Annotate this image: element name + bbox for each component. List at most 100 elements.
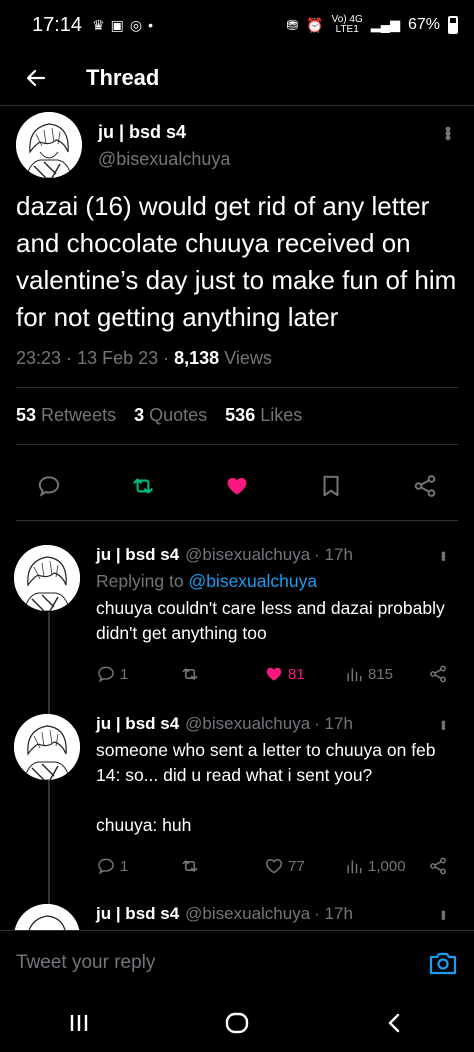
reply-text: someone who sent a letter to chuuya on f… [96, 740, 436, 785]
reply-header: ju | bsd s4 @bisexualchuya · 17h [96, 714, 458, 734]
reply-tweet[interactable]: ••• ju | bsd s4 @bisexualchuya · 17h som… [0, 714, 474, 876]
user-handle[interactable]: @bisexualchuya [185, 904, 310, 924]
more-options-icon[interactable]: ••• [436, 910, 452, 919]
reply-body: ju | bsd s4 @bisexualchuya · 17h Replyin… [96, 545, 458, 684]
quotes-stat[interactable]: 3 Quotes [134, 405, 207, 426]
views-count: 1,000 [368, 857, 406, 875]
comment-icon [98, 858, 114, 875]
back-button[interactable] [16, 58, 56, 98]
reply-text-line2: chuuya: huh [96, 815, 192, 835]
reply-like-button[interactable]: 77 [264, 856, 344, 876]
reply-age: · 17h [314, 545, 353, 564]
like-count: 77 [288, 857, 305, 875]
home-icon[interactable] [224, 1010, 250, 1036]
signal-icon: ▂▄▆ [370, 17, 400, 32]
retweet-icon[interactable] [130, 473, 156, 499]
reply-like-button[interactable]: 81 [264, 664, 344, 684]
main-tweet: ju | bsd s4 @bisexualchuya ••• dazai (16… [0, 106, 474, 521]
reply-text: chuuya couldn't care less and dazai prob… [96, 598, 445, 643]
status-notification-icons: ♛ ▣ ◎ • [92, 17, 153, 34]
retweet-icon [182, 668, 198, 680]
reply-actions: 1 81 815 [96, 664, 458, 684]
user-handle[interactable]: @bisexualchuya [185, 714, 310, 734]
reply-header: ju | bsd s4 @bisexualchuya · 17h [96, 545, 458, 565]
replying-to: Replying to @bisexualchuya [96, 571, 318, 591]
replying-to-handle[interactable]: @bisexualchuya [188, 571, 317, 591]
reply-share-button[interactable] [428, 856, 448, 876]
alarm-icon: ⏰ [306, 16, 324, 33]
reply-count: 1 [120, 857, 129, 875]
user-handle[interactable]: @bisexualchuya [185, 545, 310, 565]
views-bar-icon [347, 668, 362, 682]
views-count: 815 [368, 665, 394, 683]
user-handle[interactable]: @bisexualchuya [98, 149, 230, 170]
reply-input[interactable]: Tweet your reply [16, 952, 155, 974]
more-options-icon[interactable]: ••• [437, 126, 458, 139]
reply-body: ju | bsd s4 @bisexualchuya · 17h someone… [96, 714, 458, 876]
battery-percent: 67% [407, 16, 440, 33]
reply-comment-button[interactable]: 1 [96, 664, 180, 684]
engagement-stats: 53 Retweets 3 Quotes 536 Likes [16, 388, 458, 445]
reply-header: ju | bsd s4 @bisexualchuya · 17h [96, 904, 458, 924]
reply-tweet[interactable]: ••• ju | bsd s4 @bisexualchuya · 17h Rep… [0, 545, 474, 684]
data-saver-icon: ⛃ [286, 16, 299, 33]
views-count: 8,138 [174, 348, 220, 368]
more-options-icon[interactable]: ••• [436, 551, 452, 560]
reply-composer[interactable]: Tweet your reply [0, 930, 474, 994]
tweet-text: dazai (16) would get rid of any letter a… [16, 191, 457, 332]
status-time: 17:14 [32, 13, 83, 36]
page-title: Thread [86, 64, 160, 90]
heart-icon [265, 858, 283, 874]
display-name[interactable]: ju | bsd s4 [98, 122, 230, 143]
tweet-time: 23:23 [16, 348, 62, 368]
reply-comment-button[interactable]: 1 [96, 856, 180, 876]
comment-icon [98, 666, 114, 683]
camera-icon[interactable] [428, 949, 458, 977]
reply-views-button[interactable]: 1,000 [344, 856, 428, 876]
author-row: ju | bsd s4 @bisexualchuya ••• [16, 106, 458, 178]
avatar-illustration [14, 545, 80, 611]
avatar-illustration [16, 112, 82, 178]
avatar[interactable] [16, 112, 82, 178]
more-options-icon[interactable]: ••• [436, 720, 452, 729]
retweet-icon [182, 860, 198, 872]
bookmark-icon[interactable] [318, 473, 344, 499]
likes-stat[interactable]: 536 Likes [225, 405, 302, 426]
network-label: Vo) 4G LTE1 [331, 14, 363, 35]
dot-icon: • [148, 17, 153, 33]
gallery-icon: ▣ [110, 16, 124, 33]
top-header: Thread [0, 50, 474, 106]
instagram-icon: ◎ [129, 16, 143, 33]
avatar[interactable] [14, 545, 80, 611]
share-icon[interactable] [412, 473, 438, 499]
recent-apps-icon[interactable] [67, 1011, 91, 1035]
avatar[interactable] [14, 904, 80, 930]
heart-icon [266, 667, 282, 681]
comment-icon[interactable] [36, 473, 62, 499]
reply-views-button[interactable]: 815 [344, 664, 428, 684]
crown-icon: ♛ [92, 16, 105, 33]
share-icon [430, 665, 446, 683]
reply-retweet-button[interactable] [180, 664, 264, 684]
author-names: ju | bsd s4 @bisexualchuya [98, 112, 230, 170]
back-nav-icon[interactable] [383, 1011, 407, 1035]
avatar[interactable] [14, 714, 80, 780]
retweets-stat[interactable]: 53 Retweets [16, 405, 116, 426]
views-label: Views [224, 348, 272, 368]
heart-icon[interactable] [224, 473, 250, 499]
reply-tweet[interactable]: ••• ju | bsd s4 @bisexualchuya · 17h [0, 904, 474, 930]
share-icon [430, 857, 446, 875]
status-bar: 17:14 ♛ ▣ ◎ • ⛃ ⏰ Vo) 4G LTE1 ▂▄▆ 67% [0, 0, 474, 50]
display-name[interactable]: ju | bsd s4 [96, 714, 179, 734]
reply-retweet-button[interactable] [180, 856, 264, 876]
system-nav-bar [0, 994, 474, 1052]
reply-share-button[interactable] [428, 664, 448, 684]
reply-actions: 1 77 1,000 [96, 856, 458, 876]
avatar-illustration [14, 904, 80, 930]
reply-age: · 17h [314, 904, 353, 923]
tweet-meta: 23:23 · 13 Feb 23 · 8,138 Views [16, 348, 458, 388]
avatar-illustration [14, 714, 80, 780]
display-name[interactable]: ju | bsd s4 [96, 545, 179, 565]
display-name[interactable]: ju | bsd s4 [96, 904, 179, 924]
reply-count: 1 [120, 665, 129, 683]
